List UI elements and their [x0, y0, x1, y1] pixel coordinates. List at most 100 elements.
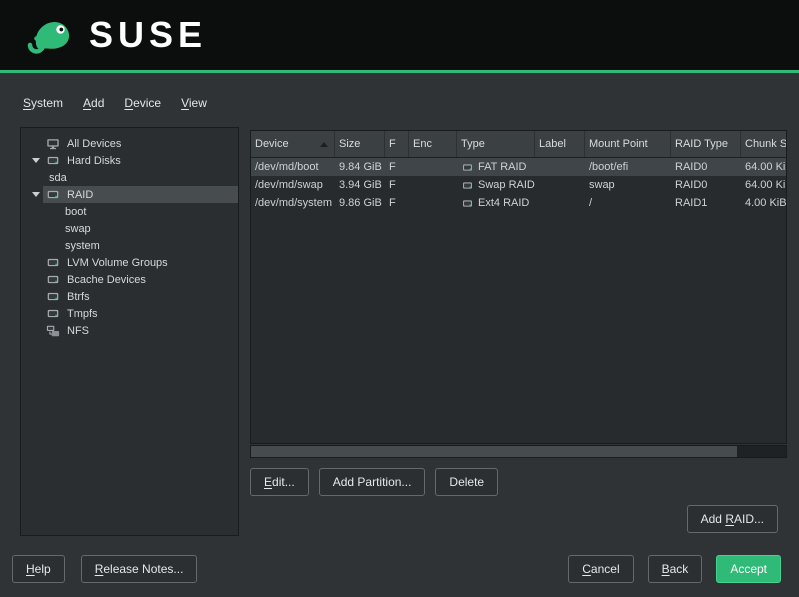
hard-disks-icon — [45, 154, 61, 167]
cell-type: Ext4 RAID — [457, 194, 535, 212]
add-partition-button[interactable]: Add Partition... — [319, 468, 426, 496]
cell-device: /dev/md/system — [251, 194, 335, 212]
table-row[interactable]: /dev/md/system 9.86 GiB F Ext4 RAID / RA… — [251, 194, 787, 212]
column-header-enc[interactable]: Enc — [409, 131, 457, 157]
cancel-button[interactable]: Cancel — [568, 555, 633, 583]
table-header-row: Device Size F Enc Type Label Mount Point… — [251, 131, 787, 158]
help-button[interactable]: Help — [12, 555, 65, 583]
column-header-label-col[interactable]: Label — [535, 131, 585, 157]
column-header-mount-point[interactable]: Mount Point — [585, 131, 671, 157]
cell-format: F — [385, 158, 409, 176]
sidebar-item-nfs[interactable]: NFS — [21, 322, 238, 339]
sort-ascending-icon — [320, 142, 328, 147]
cell-format: F — [385, 176, 409, 194]
cell-raid-type: RAID0 — [671, 176, 741, 194]
sidebar-item-hard-disks[interactable]: Hard Disks — [21, 152, 238, 169]
raid-device-icon — [461, 180, 474, 191]
sidebar-item-bcache-devices[interactable]: Bcache Devices — [21, 271, 238, 288]
sidebar-item-label: boot — [65, 206, 86, 218]
raid-device-icon — [461, 162, 474, 173]
menu-bar: System Add Device View — [14, 92, 216, 114]
sidebar-item-sda[interactable]: sda — [21, 169, 238, 186]
raid-icon — [45, 188, 61, 201]
suse-chameleon-logo-icon — [22, 12, 76, 59]
sidebar-item-label: All Devices — [67, 138, 121, 150]
btrfs-icon — [45, 290, 61, 303]
expander-hard-disks[interactable] — [29, 158, 43, 163]
sidebar-item-lvm-volume-groups[interactable]: LVM Volume Groups — [21, 254, 238, 271]
sidebar-item-label: LVM Volume Groups — [67, 257, 168, 269]
sidebar-item-btrfs[interactable]: Btrfs — [21, 288, 238, 305]
column-header-chunk-size[interactable]: Chunk Size — [741, 131, 787, 157]
release-notes-button[interactable]: Release Notes... — [81, 555, 198, 583]
sidebar-item-label: Tmpfs — [67, 308, 98, 320]
cell-chunk-size: 4.00 KiB — [741, 194, 787, 212]
sidebar-item-label: system — [65, 240, 100, 252]
column-header-type[interactable]: Type — [457, 131, 535, 157]
cell-format: F — [385, 194, 409, 212]
raid-device-table: Device Size F Enc Type Label Mount Point… — [250, 130, 787, 444]
table-row[interactable]: /dev/md/swap 3.94 GiB F Swap RAID swap R… — [251, 176, 787, 194]
tmpfs-icon — [45, 307, 61, 320]
sidebar-item-boot[interactable]: boot — [21, 203, 238, 220]
sidebar-item-tmpfs[interactable]: Tmpfs — [21, 305, 238, 322]
column-header-label: Device — [255, 138, 289, 150]
cell-raid-type: RAID0 — [671, 158, 741, 176]
nfs-icon — [45, 324, 61, 337]
top-banner: SUSE — [0, 0, 799, 73]
sidebar-item-label: swap — [65, 223, 91, 235]
all-devices-icon — [45, 137, 61, 150]
cell-device: /dev/md/swap — [251, 176, 335, 194]
sidebar-item-raid[interactable]: RAID — [21, 186, 238, 203]
column-header-size[interactable]: Size — [335, 131, 385, 157]
chevron-down-icon — [32, 158, 40, 163]
sidebar-item-label: Btrfs — [67, 291, 90, 303]
menu-device[interactable]: Device — [115, 92, 170, 114]
horizontal-scrollbar[interactable] — [250, 445, 787, 458]
cell-label — [535, 176, 585, 194]
sidebar-item-label: RAID — [67, 189, 93, 201]
sidebar-item-label: Bcache Devices — [67, 274, 146, 286]
footer-right-buttons: Cancel Back Accept — [568, 555, 781, 583]
cell-mount-point: swap — [585, 176, 671, 194]
cell-size: 9.86 GiB — [335, 194, 385, 212]
cell-raid-type: RAID1 — [671, 194, 741, 212]
sidebar-item-label: NFS — [67, 325, 89, 337]
cell-chunk-size: 64.00 KiB — [741, 158, 787, 176]
back-button[interactable]: Back — [648, 555, 703, 583]
cell-size: 3.94 GiB — [335, 176, 385, 194]
menu-view[interactable]: View — [172, 92, 216, 114]
cell-type: Swap RAID — [457, 176, 535, 194]
accept-button[interactable]: Accept — [716, 555, 781, 583]
column-header-raid-type[interactable]: RAID Type — [671, 131, 741, 157]
column-header-format[interactable]: F — [385, 131, 409, 157]
app-window: SUSE System Add Device View All Devices … — [0, 0, 799, 597]
menu-system[interactable]: System — [14, 92, 72, 114]
table-action-buttons: Edit... Add Partition... Delete — [250, 468, 498, 496]
sidebar-item-all-devices[interactable]: All Devices — [21, 135, 238, 152]
cell-label — [535, 194, 585, 212]
sidebar-item-system[interactable]: system — [21, 237, 238, 254]
device-tree-panel: All Devices Hard Disks sda RAID boot — [20, 127, 239, 536]
expander-raid[interactable] — [29, 192, 43, 197]
cell-type-label: Swap RAID — [478, 179, 535, 191]
delete-button[interactable]: Delete — [435, 468, 498, 496]
menu-add[interactable]: Add — [74, 92, 113, 114]
cell-mount-point: /boot/efi — [585, 158, 671, 176]
cell-size: 9.84 GiB — [335, 158, 385, 176]
cell-mount-point: / — [585, 194, 671, 212]
sidebar-item-label: sda — [49, 172, 67, 184]
cell-device: /dev/md/boot — [251, 158, 335, 176]
cell-enc — [409, 194, 457, 212]
cell-type-label: Ext4 RAID — [478, 197, 529, 209]
add-raid-button[interactable]: Add RAID... — [687, 505, 778, 533]
cell-chunk-size: 64.00 KiB — [741, 176, 787, 194]
sidebar-item-swap[interactable]: swap — [21, 220, 238, 237]
scrollbar-thumb[interactable] — [251, 446, 737, 457]
bcache-devices-icon — [45, 273, 61, 286]
cell-enc — [409, 158, 457, 176]
edit-button[interactable]: Edit... — [250, 468, 309, 496]
column-header-device[interactable]: Device — [251, 131, 335, 157]
chevron-down-icon — [32, 192, 40, 197]
table-row[interactable]: /dev/md/boot 9.84 GiB F FAT RAID /boot/e… — [251, 158, 787, 176]
